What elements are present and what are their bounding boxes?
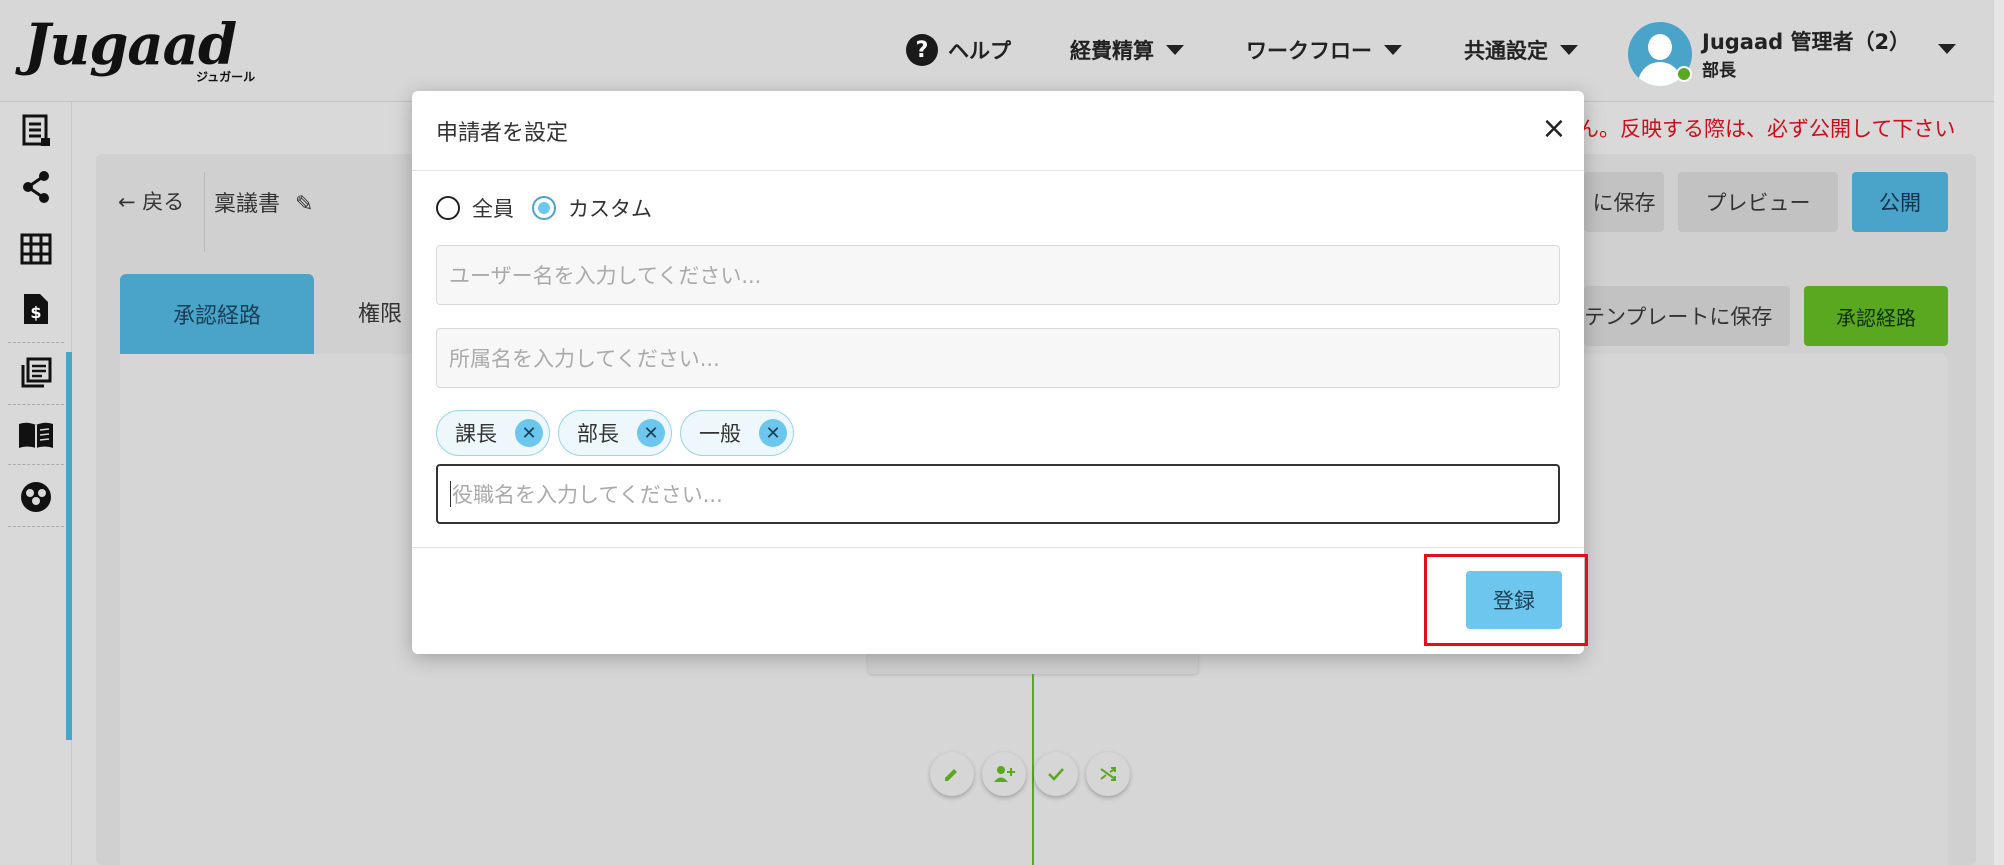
- approval-route-label: 承認経路: [1836, 305, 1916, 330]
- nav-common-settings[interactable]: 共通設定: [1464, 30, 1578, 70]
- top-header: Jugaad ジュガール ? ヘルプ 経費精算 ワークフロー 共通設定 Juga…: [0, 0, 2004, 102]
- position-placeholder: 役職名を入力してください...: [452, 483, 723, 507]
- check-icon: [1048, 768, 1064, 781]
- chip-label: 一般: [699, 422, 741, 446]
- user-name-input[interactable]: ユーザー名を入力してください...: [436, 245, 1560, 305]
- logo[interactable]: Jugaad ジュガール: [24, 12, 264, 84]
- radio-all[interactable]: [436, 196, 460, 220]
- sidebar-item-receipt[interactable]: [0, 102, 72, 160]
- shuffle-icon: [1100, 767, 1116, 781]
- preview-label: プレビュー: [1705, 191, 1811, 215]
- modal-title: 申請者を設定: [436, 121, 569, 146]
- share-icon: [23, 171, 49, 203]
- chevron-down-icon: [1560, 45, 1578, 55]
- chevron-down-icon: [1938, 44, 1956, 54]
- add-user-icon: [994, 766, 1015, 782]
- radio-custom-label[interactable]: カスタム: [568, 193, 652, 223]
- user-name: Jugaad 管理者（2）: [1702, 30, 1911, 54]
- sidebar-item-share[interactable]: [0, 158, 72, 216]
- branch-node-button[interactable]: [1086, 752, 1130, 796]
- save-template-button[interactable]: テンプレートに保存: [1584, 286, 1790, 346]
- nav-help-label: ヘルプ: [948, 39, 1011, 63]
- publish-label: 公開: [1879, 191, 1921, 215]
- sidebar-item-list[interactable]: [0, 344, 72, 402]
- pencil-icon: [945, 769, 957, 781]
- add-approver-button[interactable]: [982, 752, 1026, 796]
- nav-expenses[interactable]: 経費精算: [1070, 30, 1184, 70]
- list-icon: [21, 357, 52, 388]
- nav-common-settings-label: 共通設定: [1464, 39, 1548, 63]
- page-scrollbar[interactable]: [1994, 0, 2004, 865]
- close-icon[interactable]: ×: [1540, 113, 1568, 145]
- user-role: 部長: [1702, 61, 1736, 81]
- pencil-icon[interactable]: ✎: [295, 192, 313, 217]
- approval-route-button[interactable]: 承認経路: [1804, 286, 1948, 346]
- logo-subtext: ジュガール: [196, 70, 256, 84]
- department-input[interactable]: 所属名を入力してください...: [436, 328, 1560, 388]
- sidebar: $: [0, 102, 72, 865]
- remove-chip-icon[interactable]: ✕: [759, 419, 787, 447]
- remove-chip-icon[interactable]: ✕: [515, 419, 543, 447]
- document-dollar-icon: $: [24, 294, 48, 324]
- chip-label: 部長: [577, 422, 619, 446]
- department-placeholder: 所属名を入力してください...: [449, 347, 720, 371]
- book-icon: [19, 422, 53, 448]
- save-button[interactable]: に保存: [1584, 172, 1664, 232]
- position-input[interactable]: 役職名を入力してください...: [436, 464, 1560, 524]
- applicant-settings-modal: 申請者を設定 × 全員 カスタム ユーザー名を入力してください... 所属名を入…: [412, 91, 1584, 654]
- user-menu[interactable]: Jugaad 管理者（2） 部長: [1628, 22, 1968, 88]
- position-chip: 課長 ✕: [436, 410, 550, 456]
- grid-icon: [20, 233, 52, 265]
- applicant-scope-radio-group: 全員 カスタム: [436, 193, 652, 223]
- sidebar-item-group[interactable]: [0, 468, 72, 526]
- tab-approval-route-label: 承認経路: [172, 304, 261, 329]
- save-template-label: テンプレートに保存: [1584, 305, 1773, 329]
- chevron-down-icon: [1166, 45, 1184, 55]
- position-chip: 部長 ✕: [558, 410, 672, 456]
- document-title[interactable]: 稟議書 ✎: [214, 186, 313, 218]
- radio-all-label[interactable]: 全員: [472, 193, 514, 223]
- sidebar-item-manual[interactable]: [0, 406, 72, 464]
- save-label: に保存: [1592, 191, 1656, 215]
- position-chip: 一般 ✕: [680, 410, 794, 456]
- online-status-icon: [1676, 66, 1692, 82]
- nav-workflow-label: ワークフロー: [1246, 39, 1372, 63]
- back-link[interactable]: ← 戻る: [118, 172, 184, 230]
- remove-chip-icon[interactable]: ✕: [637, 419, 665, 447]
- modal-header: 申請者を設定 ×: [412, 91, 1584, 171]
- tab-approval-route[interactable]: 承認経路: [120, 274, 314, 354]
- nav-help[interactable]: ? ヘルプ: [906, 30, 1011, 70]
- nav-workflow[interactable]: ワークフロー: [1246, 30, 1402, 70]
- chevron-down-icon: [1384, 45, 1402, 55]
- radio-custom[interactable]: [532, 196, 556, 220]
- highlight-annotation: [1424, 554, 1588, 646]
- unpublished-warning: ん。反映する際は、必ず公開して下さい: [1578, 117, 1956, 141]
- tab-permissions-label: 権限: [358, 302, 403, 327]
- sidebar-item-expense-doc[interactable]: $: [0, 280, 72, 338]
- group-icon: [21, 482, 51, 512]
- preview-button[interactable]: プレビュー: [1678, 172, 1838, 232]
- text-cursor: [450, 481, 451, 507]
- tab-permissions[interactable]: 権限: [358, 296, 402, 328]
- receipt-icon: [22, 114, 50, 146]
- help-icon: ?: [906, 34, 938, 66]
- publish-button[interactable]: 公開: [1852, 172, 1948, 232]
- sidebar-active-indicator: [66, 352, 72, 740]
- document-title-text: 稟議書: [214, 192, 281, 217]
- approve-node-button[interactable]: [1034, 752, 1078, 796]
- divider: [204, 172, 205, 252]
- chip-label: 課長: [455, 422, 497, 446]
- nav-expenses-label: 経費精算: [1070, 39, 1154, 63]
- svg-text:$: $: [30, 303, 41, 322]
- back-label: ← 戻る: [118, 190, 185, 214]
- user-name-placeholder: ユーザー名を入力してください...: [449, 264, 762, 288]
- edit-node-button[interactable]: [930, 752, 974, 796]
- sidebar-item-grid[interactable]: [0, 220, 72, 278]
- divider: [412, 547, 1584, 548]
